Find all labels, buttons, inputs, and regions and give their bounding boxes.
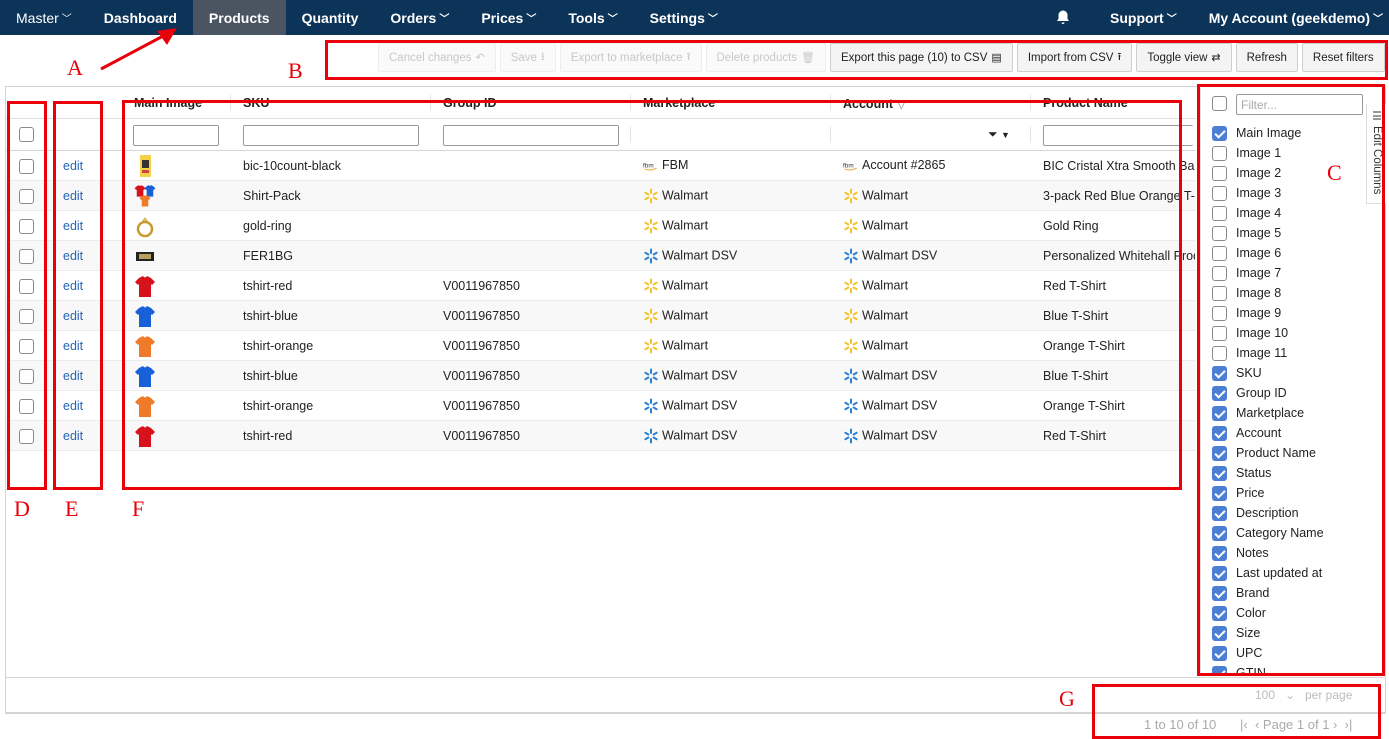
account-username: geekdemo <box>1296 9 1366 26</box>
account-suffix: ) <box>1365 9 1370 26</box>
chevron-down-icon: ﹀ <box>439 14 450 25</box>
nav-master-label: Master <box>16 9 59 26</box>
annotation-box-g <box>1092 684 1381 739</box>
chevron-down-icon: ﹀ <box>607 14 618 25</box>
chevron-down-icon: ﹀ <box>1166 14 1177 25</box>
nav-orders-label: Orders <box>390 9 437 26</box>
annotation-arrow <box>100 28 177 71</box>
top-navigation: Master ﹀ Dashboard Products Quantity Orde… <box>0 0 1389 35</box>
nav-support-label: Support <box>1110 9 1164 26</box>
nav-prices-label: Prices <box>481 9 524 26</box>
footer-divider <box>5 677 1386 678</box>
annotation-label-b: B <box>288 58 303 83</box>
nav-tools-label: Tools <box>568 9 605 26</box>
annotation-label-d: D <box>14 496 30 521</box>
annotation-box-e <box>53 101 103 490</box>
chevron-down-icon: ﹀ <box>61 14 72 25</box>
account-prefix: My Account ( <box>1208 9 1297 26</box>
annotation-label-a: A <box>67 55 83 80</box>
annotation-label-e: E <box>65 496 79 521</box>
nav-orders[interactable]: Orders ﹀ <box>374 0 465 35</box>
nav-tools[interactable]: Tools ﹀ <box>552 0 633 35</box>
nav-settings-label: Settings <box>649 9 705 26</box>
annotation-label-g: G <box>1059 686 1075 711</box>
nav-settings[interactable]: Settings ﹀ <box>634 0 734 35</box>
chevron-down-icon: ﹀ <box>526 14 537 25</box>
nav-support[interactable]: Support ﹀ <box>1094 0 1193 35</box>
bell-icon[interactable] <box>1054 9 1072 27</box>
nav-my-account[interactable]: My Account (geekdemo) ﹀ <box>1193 0 1389 35</box>
nav-master[interactable]: Master ﹀ <box>0 0 88 35</box>
nav-quantity[interactable]: Quantity <box>286 0 375 35</box>
chevron-down-icon: ﹀ <box>707 14 718 25</box>
annotation-label-c: C <box>1327 160 1342 185</box>
chevron-down-icon: ﹀ <box>1373 14 1383 25</box>
annotation-label-f: F <box>132 496 145 521</box>
annotation-box-b <box>325 40 1388 80</box>
annotation-box-d <box>7 101 47 490</box>
annotation-box-c <box>1197 84 1385 676</box>
annotation-box-f <box>122 100 1182 490</box>
nav-products[interactable]: Products <box>192 0 286 35</box>
nav-prices[interactable]: Prices ﹀ <box>465 0 552 35</box>
